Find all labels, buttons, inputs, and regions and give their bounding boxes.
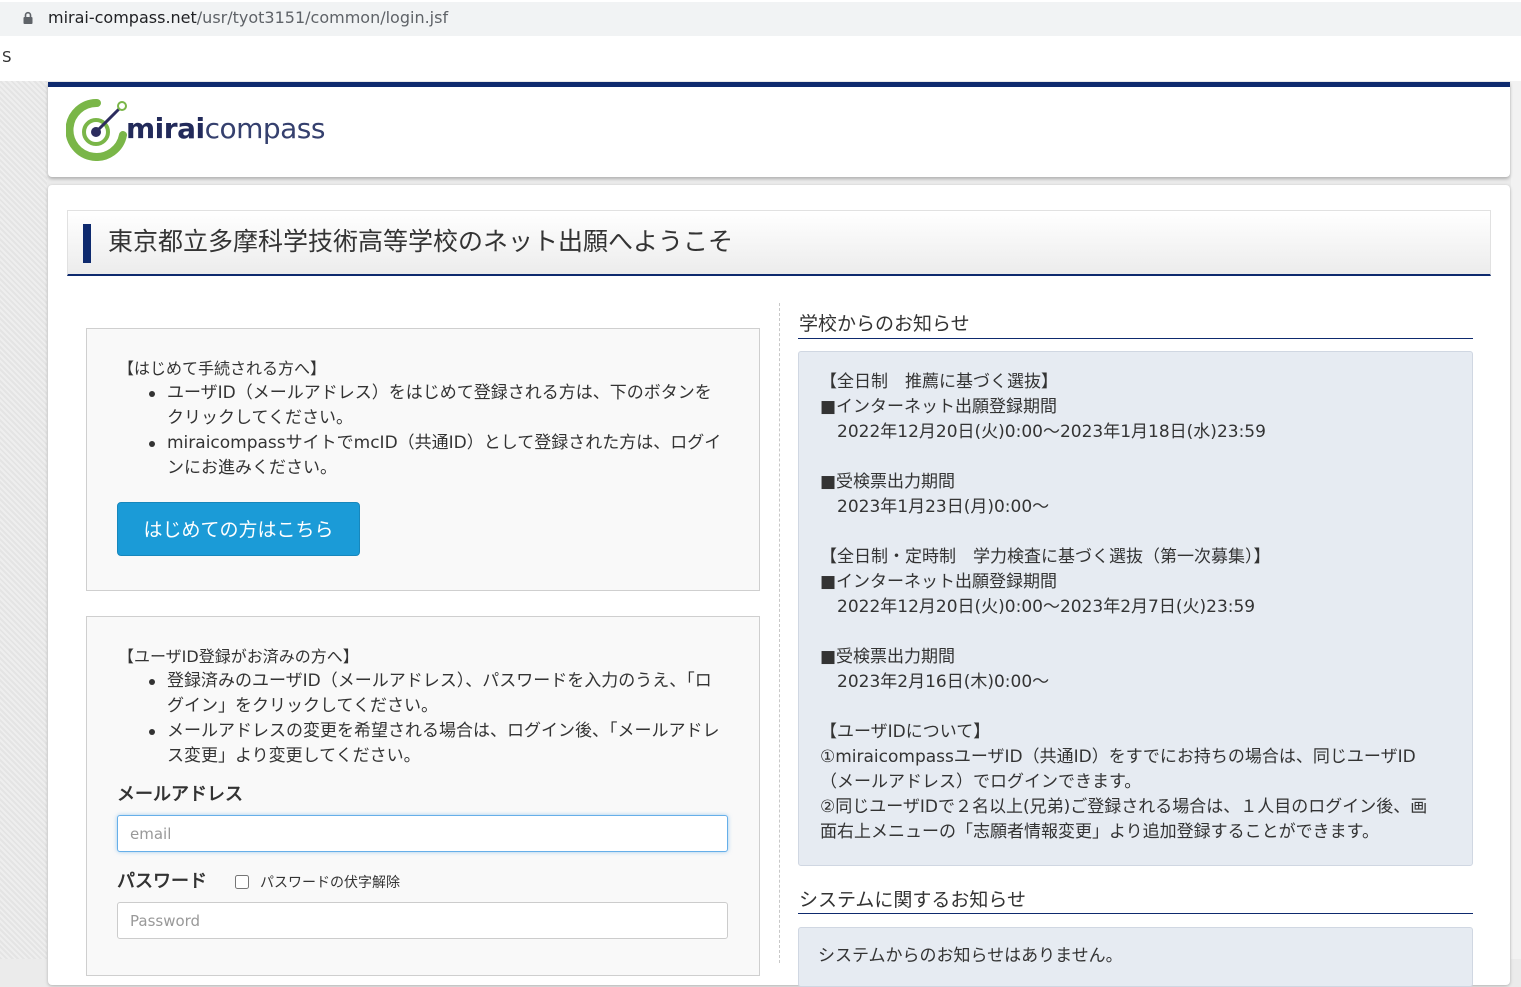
notice-line: 2022年12月20日(火)0:00～2023年2月7日(火)23:59 (820, 597, 1256, 617)
title-accent-bar (83, 224, 91, 263)
page-background (0, 81, 47, 959)
system-notice-text: システムからのお知らせはありません。 (818, 946, 1123, 966)
notice-line: ■インターネット出願登録期間 (820, 397, 1058, 417)
notice-line: 【ユーザIDについて】 (820, 722, 991, 742)
system-notice-title: システムに関するお知らせ (799, 889, 1027, 911)
bookmark-item[interactable]: S (2, 48, 12, 66)
email-label: メールアドレス (117, 784, 243, 805)
notice-line: ②同じユーザIDで２名以上(兄弟)ご登録される場合は、１人目のログイン後、画 (820, 797, 1428, 817)
miraicompass-logo-icon[interactable] (66, 99, 128, 161)
notice-line: 2022年12月20日(火)0:00～2023年1月18日(水)23:59 (820, 422, 1266, 442)
page-title: 東京都立多摩科学技術高等学校のネット出願へようこそ (108, 227, 734, 256)
system-notice-rule (798, 913, 1473, 914)
email-input[interactable] (117, 815, 728, 852)
password-label: パスワード (117, 871, 207, 892)
login-bullet: 登録済みのユーザID（メールアドレス）、パスワードを入力のうえ、「ログイン」をク… (149, 669, 727, 719)
notice-line: ■受検票出力期間 (820, 472, 956, 492)
url-text[interactable]: mirai-compass.net/usr/tyot3151/common/lo… (48, 8, 448, 28)
url-path: /usr/tyot3151/common/login.jsf (196, 8, 449, 27)
login-bullet: メールアドレスの変更を希望される場合は、ログイン後、「メールアドレス変更」より変… (149, 719, 727, 769)
notice-line: 2023年1月23日(月)0:00～ (820, 497, 1050, 517)
show-password-checkbox[interactable] (235, 875, 249, 889)
school-notice-title: 学校からのお知らせ (799, 313, 970, 335)
logo-bold: mirai (126, 112, 205, 145)
column-divider (779, 303, 780, 963)
notice-line: 【全日制・定時制 学力検査に基づく選抜（第一次募集）】 (820, 547, 1271, 567)
notice-line: ■インターネット出願登録期間 (820, 572, 1058, 592)
login-heading: 【ユーザID登録がお済みの方へ】 (118, 647, 359, 666)
first-time-register-button[interactable]: はじめての方はこちら (117, 502, 360, 556)
notice-line: 面右上メニューの「志願者情報変更」より追加登録することができます。 (820, 822, 1379, 842)
logo-light: compass (204, 112, 326, 145)
notice-line: ■受検票出力期間 (820, 647, 956, 667)
lock-icon[interactable] (21, 11, 35, 25)
first-time-bullet: ユーザID（メールアドレス）をはじめて登録される方は、下のボタンをクリックしてく… (149, 381, 727, 431)
notice-line: 2023年2月16日(木)0:00～ (820, 672, 1050, 692)
first-time-heading: 【はじめて手続される方へ】 (118, 359, 327, 378)
scrollbar-track[interactable] (1511, 81, 1521, 959)
password-input[interactable] (117, 902, 728, 939)
logo-wordmark[interactable]: miraicompass (126, 111, 326, 147)
first-time-bullet: miraicompassサイトでmcID（共通ID）として登録された方は、ログイ… (149, 431, 727, 481)
show-password-label[interactable]: パスワードの伏字解除 (260, 873, 400, 893)
notice-line: ①miraicompassユーザID（共通ID）をすでにお持ちの場合は、同じユー… (820, 747, 1416, 767)
school-notice-rule (798, 338, 1473, 339)
notice-line: （メールアドレス）でログインできます。 (820, 772, 1142, 792)
url-domain: mirai-compass.net (48, 8, 197, 27)
notice-line: 【全日制 推薦に基づく選抜】 (820, 372, 1058, 392)
